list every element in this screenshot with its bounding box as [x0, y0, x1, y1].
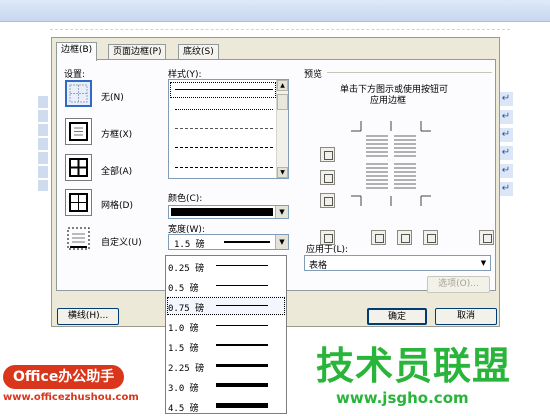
options-button[interactable]: 选项(O)... — [427, 276, 490, 293]
width-selected-value: 1.5 磅 — [174, 240, 205, 250]
width-option[interactable]: 1.0 磅 — [166, 316, 286, 336]
preview-area[interactable] — [304, 100, 494, 245]
setting-custom-label[interactable]: 自定义(U) — [101, 235, 142, 248]
style-dashed-line[interactable] — [175, 147, 273, 148]
color-dropdown[interactable]: ▼ — [168, 205, 289, 219]
inside-vertical-border-button[interactable] — [397, 230, 412, 245]
width-option[interactable]: 2.25 磅 — [166, 356, 286, 376]
jsgho-logo: 技术员联盟 — [316, 344, 512, 388]
scroll-down-icon[interactable]: ▼ — [277, 167, 288, 178]
document-table-left — [38, 96, 48, 191]
none-border-icon[interactable] — [65, 80, 92, 107]
style-scrollbar[interactable]: ▲ ▼ — [276, 80, 288, 178]
width-option-highlighted[interactable]: 0.75 磅 — [166, 296, 286, 316]
left-border-button[interactable] — [371, 230, 386, 245]
all-border-icon[interactable] — [65, 154, 92, 181]
chevron-down-icon[interactable]: ▼ — [275, 235, 288, 249]
style-selected-item[interactable] — [170, 82, 276, 98]
scroll-up-icon[interactable]: ▲ — [277, 80, 288, 91]
width-option[interactable]: 4.5 磅 — [166, 396, 286, 416]
setting-none-label[interactable]: 无(N) — [101, 90, 124, 103]
color-label: 颜色(C): — [168, 194, 203, 204]
paragraph-mark-icon: ↵ — [499, 110, 513, 124]
chevron-down-icon[interactable]: ▼ — [275, 206, 288, 218]
paragraph-mark-icon: ↵ — [499, 164, 513, 178]
preview-diagram[interactable] — [304, 100, 494, 235]
office-assistant-url: www.officezhushou.com — [3, 392, 139, 403]
paragraph-mark-icon: ↵ — [499, 128, 513, 142]
style-dash-dot-line[interactable] — [175, 167, 273, 168]
jsgho-url: www.jsgho.com — [336, 389, 469, 407]
horizontal-line-button[interactable]: 横线(H)... — [57, 308, 119, 325]
style-solid-line[interactable] — [175, 89, 273, 90]
document-paragraph-marks: ↵ ↵ ↵ ↵ ↵ ↵ — [499, 92, 514, 200]
width-option[interactable]: 0.25 磅 — [166, 256, 286, 276]
apply-to-value: 表格 — [309, 261, 328, 271]
setting-all-label[interactable]: 全部(A) — [101, 164, 132, 177]
document-ruler — [50, 24, 510, 30]
style-listbox[interactable]: ▲ ▼ — [168, 79, 289, 179]
setting-grid-label[interactable]: 网格(D) — [101, 198, 133, 211]
ok-button[interactable]: 确定 — [367, 308, 427, 325]
right-border-button[interactable] — [423, 230, 438, 245]
cancel-button[interactable]: 取消 — [435, 308, 497, 325]
tab-shading[interactable]: 底纹(S) — [178, 44, 219, 60]
bottom-border-button[interactable] — [320, 193, 335, 208]
paragraph-mark-icon: ↵ — [499, 182, 513, 196]
apply-to-label: 应用于(L): — [306, 245, 349, 255]
inside-horizontal-border-button[interactable] — [320, 170, 335, 185]
width-option[interactable]: 0.5 磅 — [166, 276, 286, 296]
width-selected-line — [224, 241, 270, 243]
custom-border-icon[interactable] — [65, 225, 92, 252]
style-dotted-line[interactable] — [175, 109, 273, 110]
grid-border-icon[interactable] — [65, 189, 92, 216]
paragraph-mark-icon: ↵ — [499, 92, 513, 106]
document-toolbar — [0, 0, 550, 22]
tab-page-border[interactable]: 页面边框(P) — [108, 44, 167, 60]
box-border-icon[interactable] — [65, 118, 92, 145]
office-assistant-logo: Office办公助手 — [3, 365, 125, 389]
top-border-button[interactable] — [320, 147, 335, 162]
diagonal-up-border-button[interactable] — [479, 230, 494, 245]
scroll-thumb[interactable] — [277, 94, 288, 110]
width-dropdown[interactable]: 1.5 磅 ▼ — [168, 234, 289, 250]
settings-label: 设置: — [64, 70, 86, 80]
setting-box-label[interactable]: 方框(X) — [101, 127, 132, 140]
preview-label: 预览 — [304, 70, 323, 80]
style-dashed-fine-line[interactable] — [175, 128, 273, 129]
paragraph-mark-icon: ↵ — [499, 146, 513, 160]
width-option[interactable]: 1.5 磅 — [166, 336, 286, 356]
preview-divider — [327, 72, 492, 73]
width-dropdown-list[interactable]: 0.25 磅 0.5 磅 0.75 磅 1.0 磅 1.5 磅 2.25 磅 3… — [165, 255, 287, 414]
tab-borders[interactable]: 边框(B) — [56, 42, 98, 61]
width-option[interactable]: 3.0 磅 — [166, 376, 286, 396]
color-swatch — [171, 208, 273, 216]
apply-to-dropdown[interactable]: 表格 ▼ — [304, 255, 491, 271]
chevron-down-icon[interactable]: ▼ — [477, 256, 490, 270]
